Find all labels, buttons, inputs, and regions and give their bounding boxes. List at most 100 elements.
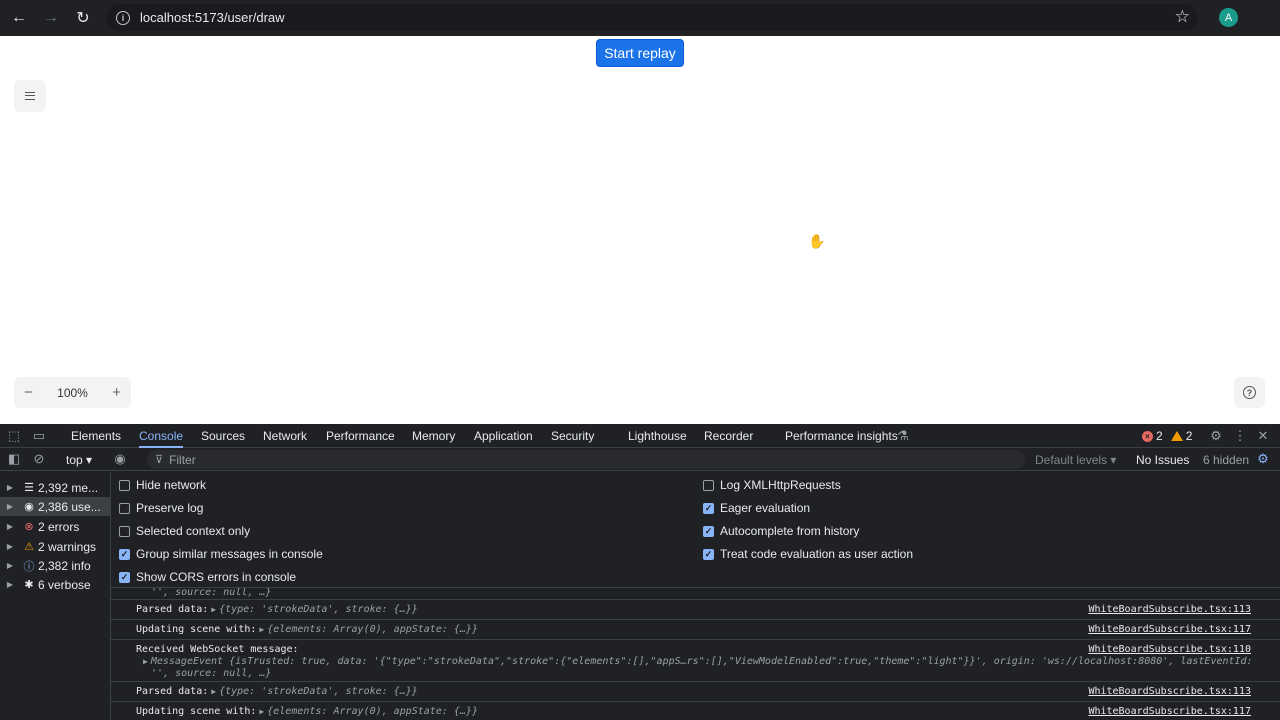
console-row: Parsed data: ▶ {type: 'strokeData', stroke… [136, 604, 418, 615]
tab-performance-insights[interactable]: Performance insights [785, 424, 898, 448]
filter-input[interactable]: ⊽ Filter [147, 450, 1025, 469]
console-row: Parsed data: ▶ {type: 'strokeData', stroke… [136, 686, 418, 697]
inspect-element-icon[interactable]: ⬚ [6, 428, 22, 444]
console-settings-gear-icon[interactable]: ⚙ [1255, 451, 1271, 467]
expand-arrow-icon: ▶ [259, 625, 265, 634]
sidebar-item-verbose[interactable]: ▶ ✱ 6 verbose [0, 575, 110, 594]
source-link[interactable]: WhiteBoardSubscribe.tsx:113 [1088, 604, 1251, 615]
back-arrow-icon[interactable]: ← [4, 3, 34, 33]
option-label: Preserve log [136, 501, 204, 515]
sidebar-item-errors[interactable]: ▶ ⊗ 2 errors [0, 517, 110, 536]
start-replay-button[interactable]: Start replay [596, 39, 684, 67]
gear-icon[interactable]: ⚙ [1208, 428, 1224, 444]
hidden-count: 6 hidden [1203, 453, 1250, 467]
info-icon: ⓘ [23, 560, 35, 573]
sidebar-item-messages[interactable]: ▶ ☰ 2,392 me... [0, 478, 110, 497]
checkbox[interactable] [119, 502, 130, 514]
divider [111, 701, 1280, 702]
address-bar[interactable]: i localhost:5173/user/draw ☆ [106, 4, 1198, 31]
zoom-out-button[interactable]: − [24, 384, 33, 401]
checkbox-checked[interactable]: ✓ [119, 571, 130, 583]
device-toolbar-icon[interactable]: ▭ [31, 428, 47, 444]
sidebar-item-label: 2 errors [38, 519, 80, 534]
console-messages[interactable]: '', source: null, …} Parsed data: ▶ {type:… [111, 588, 1280, 720]
clear-console-icon[interactable]: ⊘ [31, 451, 47, 467]
no-issues-label[interactable]: No Issues [1136, 453, 1189, 467]
zoom-level[interactable]: 100% [57, 386, 88, 400]
checkbox-checked[interactable]: ✓ [703, 502, 714, 514]
flask-icon: ⚗ [897, 428, 909, 443]
context-selector[interactable]: top ▾ [66, 453, 92, 467]
eye-icon[interactable]: ◉ [112, 451, 128, 467]
option-label: Treat code evaluation as user action [720, 547, 914, 561]
tab-recorder[interactable]: Recorder [704, 424, 753, 448]
divider [111, 619, 1280, 620]
option-label: Eager evaluation [720, 501, 811, 515]
option-autocomplete-history[interactable]: ✓ Autocomplete from history [703, 524, 859, 538]
checkbox[interactable] [119, 525, 130, 537]
tab-elements[interactable]: Elements [71, 424, 121, 448]
user-icon: ◉ [24, 501, 34, 513]
expand-arrow-icon: ▶ [211, 687, 217, 696]
tab-lighthouse[interactable]: Lighthouse [628, 424, 687, 448]
sidebar-item-label: 6 verbose [38, 577, 91, 592]
site-info-icon[interactable]: i [116, 10, 130, 25]
tab-application[interactable]: Application [474, 424, 533, 448]
forward-arrow-icon[interactable]: → [36, 3, 66, 33]
tab-memory[interactable]: Memory [412, 424, 455, 448]
tab-sources[interactable]: Sources [201, 424, 245, 448]
sidebar-item-warnings[interactable]: ▶ ⚠ 2 warnings [0, 537, 110, 556]
option-group-similar[interactable]: ✓ Group similar messages in console [119, 547, 323, 561]
checkbox-checked[interactable]: ✓ [703, 548, 714, 560]
console-sidebar: ▶ ☰ 2,392 me... ▶ ◉ 2,386 use... ▶ ⊗ 2 e… [0, 472, 111, 720]
tab-network[interactable]: Network [263, 424, 307, 448]
sidebar-toggle-icon[interactable]: ◧ [6, 451, 22, 467]
source-link[interactable]: WhiteBoardSubscribe.tsx:117 [1088, 706, 1251, 717]
menu-button[interactable] [14, 80, 46, 112]
option-hide-network[interactable]: Hide network [119, 478, 206, 492]
reload-icon[interactable]: ↻ [68, 3, 98, 33]
option-treat-code-eval[interactable]: ✓ Treat code evaluation as user action [703, 547, 913, 561]
browser-toolbar: ← → ↻ i localhost:5173/user/draw ☆ A [0, 0, 1280, 36]
url-text: localhost:5173/user/draw [140, 10, 285, 25]
close-icon[interactable]: ✕ [1255, 428, 1271, 444]
warning-icon [1170, 431, 1183, 441]
checkbox-checked[interactable]: ✓ [119, 548, 130, 560]
tab-console[interactable]: Console [139, 424, 184, 448]
sidebar-item-user-messages[interactable]: ▶ ◉ 2,386 use... [0, 497, 110, 516]
expand-arrow-icon: ▶ [259, 707, 265, 716]
expand-arrow-icon: ▶ [6, 542, 14, 551]
issue-counter[interactable]: × 2 2 [1142, 429, 1192, 443]
option-log-xmlhttprequests[interactable]: Log XMLHttpRequests [703, 478, 841, 492]
whiteboard-canvas[interactable]: Start replay ✋ − 100% + ? [0, 36, 1280, 424]
zoom-in-button[interactable]: + [112, 384, 121, 401]
source-link[interactable]: WhiteBoardSubscribe.tsx:113 [1088, 686, 1251, 697]
console-row: Updating scene with: ▶ {elements: Array(0)… [136, 624, 478, 635]
console-row-detail[interactable]: ▶ MessageEvent {isTrusted: true, data: '{… [140, 656, 1253, 667]
profile-avatar[interactable]: A [1219, 8, 1238, 27]
source-link[interactable]: WhiteBoardSubscribe.tsx:110 [1088, 644, 1251, 655]
question-mark-icon: ? [1243, 386, 1256, 399]
source-link[interactable]: WhiteBoardSubscribe.tsx:117 [1088, 624, 1251, 635]
checkbox[interactable] [119, 479, 130, 491]
devtools-tab-bar: ⬚ ▭ Elements Console Sources Network Per… [0, 424, 1280, 448]
checkbox[interactable] [703, 479, 714, 491]
option-selected-context-only[interactable]: Selected context only [119, 524, 250, 538]
help-button[interactable]: ? [1234, 377, 1265, 408]
option-eager-evaluation[interactable]: ✓ Eager evaluation [703, 501, 810, 515]
bug-icon: ✱ [24, 579, 34, 591]
option-preserve-log[interactable]: Preserve log [119, 501, 203, 515]
option-label: Show CORS errors in console [136, 570, 297, 584]
default-levels-dropdown[interactable]: Default levels ▾ [1035, 453, 1116, 467]
tab-performance[interactable]: Performance [326, 424, 395, 448]
divider [111, 681, 1280, 682]
expand-arrow-icon: ▶ [6, 580, 14, 589]
sidebar-item-info[interactable]: ▶ ⓘ 2,382 info [0, 556, 110, 575]
expand-arrow-icon: ▶ [6, 502, 14, 511]
checkbox-checked[interactable]: ✓ [703, 525, 714, 537]
tab-security[interactable]: Security [551, 424, 594, 448]
option-show-cors-errors[interactable]: ✓ Show CORS errors in console [119, 570, 296, 584]
bookmark-star-icon[interactable]: ☆ [1175, 7, 1190, 27]
list-icon: ☰ [24, 482, 34, 494]
more-options-icon[interactable]: ⋮ [1232, 428, 1248, 444]
